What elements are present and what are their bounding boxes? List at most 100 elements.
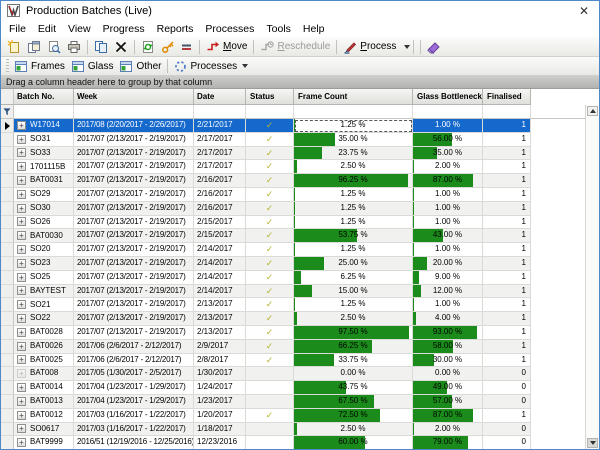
table-row[interactable]: +1701115B2017/07 (2/13/2017 - 2/19/2017)… [1, 160, 599, 174]
date-cell[interactable]: 2/16/2017 [194, 202, 246, 216]
copy-batch-button[interactable] [24, 38, 44, 56]
key-button[interactable] [158, 38, 178, 56]
status-cell[interactable]: ✓ [246, 340, 294, 354]
glass-bottleneck-cell[interactable]: 1.00 % [413, 202, 483, 216]
compare-button[interactable] [178, 38, 196, 56]
scroll-down-button[interactable] [587, 438, 598, 448]
filter-row[interactable] [1, 105, 599, 119]
table-row[interactable]: +BAT00282017/07 (2/13/2017 - 2/19/2017)2… [1, 326, 599, 340]
table-row[interactable]: +SO202017/07 (2/13/2017 - 2/19/2017)2/14… [1, 243, 599, 257]
menu-reports[interactable]: Reports [151, 21, 200, 37]
move-button[interactable]: Move [203, 38, 250, 56]
status-cell[interactable]: ✓ [246, 229, 294, 243]
week-cell[interactable]: 2017/06 (2/6/2017 - 2/12/2017) [74, 340, 194, 354]
batch-cell[interactable]: +SO23 [14, 257, 74, 271]
table-row[interactable]: +BAT00312017/07 (2/13/2017 - 2/19/2017)2… [1, 174, 599, 188]
glass-bottleneck-cell[interactable]: 35.00 % [413, 147, 483, 161]
frame-count-cell[interactable]: 67.50 % [294, 395, 413, 409]
week-cell[interactable]: 2017/05 (1/30/2017 - 2/5/2017) [74, 367, 194, 381]
batch-cell[interactable]: +SO30 [14, 202, 74, 216]
print-preview-button[interactable] [44, 38, 64, 56]
group-by-bar[interactable]: Drag a column header here to group by th… [1, 76, 599, 89]
table-row[interactable]: +SO252017/07 (2/13/2017 - 2/19/2017)2/14… [1, 271, 599, 285]
glass-bottleneck-cell[interactable]: 87.00 % [413, 174, 483, 188]
frame-count-cell[interactable]: 2.50 % [294, 312, 413, 326]
header-glass-bottleneck[interactable]: Glass Bottleneck [413, 89, 483, 105]
finalised-cell[interactable]: 1 [483, 298, 531, 312]
finalised-cell[interactable]: 1 [483, 243, 531, 257]
frame-count-cell[interactable]: 6.25 % [294, 271, 413, 285]
frames-tab-button[interactable]: Frames [11, 57, 68, 75]
finalised-cell[interactable]: 1 [483, 188, 531, 202]
table-row[interactable]: +BAT00262017/06 (2/6/2017 - 2/12/2017)2/… [1, 340, 599, 354]
filter-date[interactable] [194, 105, 246, 118]
date-cell[interactable]: 2/17/2017 [194, 160, 246, 174]
frame-count-cell[interactable]: 60.00 % [294, 436, 413, 449]
date-cell[interactable]: 1/18/2017 [194, 423, 246, 437]
table-row[interactable]: +SO06172017/03 (1/16/2017 - 1/22/2017)1/… [1, 423, 599, 437]
batch-cell[interactable]: +SO26 [14, 216, 74, 230]
table-row[interactable]: +BAT00132017/04 (1/23/2017 - 1/29/2017)1… [1, 395, 599, 409]
glass-bottleneck-cell[interactable]: 93.00 % [413, 326, 483, 340]
header-batch-no[interactable]: Batch No. [14, 89, 74, 105]
status-cell[interactable]: ✓ [246, 271, 294, 285]
finalised-cell[interactable]: 1 [483, 312, 531, 326]
menu-tools[interactable]: Tools [260, 21, 297, 37]
glass-bottleneck-cell[interactable]: 20.00 % [413, 257, 483, 271]
frame-count-cell[interactable]: 66.25 % [294, 340, 413, 354]
expand-button[interactable]: + [17, 314, 26, 323]
table-row[interactable]: +SO232017/07 (2/13/2017 - 2/19/2017)2/14… [1, 257, 599, 271]
expand-button[interactable]: + [17, 121, 26, 130]
table-row[interactable]: +BAYTEST2017/07 (2/13/2017 - 2/19/2017)2… [1, 285, 599, 299]
filter-finalised[interactable] [483, 105, 531, 118]
week-cell[interactable]: 2017/07 (2/13/2017 - 2/19/2017) [74, 160, 194, 174]
table-row[interactable]: +SO312017/07 (2/13/2017 - 2/19/2017)2/17… [1, 133, 599, 147]
week-cell[interactable]: 2017/03 (1/16/2017 - 1/22/2017) [74, 423, 194, 437]
date-cell[interactable]: 2/16/2017 [194, 174, 246, 188]
batch-cell[interactable]: +BAYTEST [14, 285, 74, 299]
date-cell[interactable]: 2/16/2017 [194, 188, 246, 202]
glass-bottleneck-cell[interactable]: 58.00 % [413, 340, 483, 354]
status-cell[interactable]: ✓ [246, 257, 294, 271]
print-button[interactable] [64, 38, 84, 56]
date-cell[interactable]: 12/23/2016 [194, 436, 246, 449]
expand-button[interactable]: + [17, 424, 26, 433]
date-cell[interactable]: 2/13/2017 [194, 298, 246, 312]
frame-count-cell[interactable]: 33.75 % [294, 354, 413, 368]
header-date[interactable]: Date [194, 89, 246, 105]
week-cell[interactable]: 2017/07 (2/13/2017 - 2/19/2017) [74, 298, 194, 312]
batch-cell[interactable]: +SO22 [14, 312, 74, 326]
week-cell[interactable]: 2017/07 (2/13/2017 - 2/19/2017) [74, 147, 194, 161]
finalised-cell[interactable]: 1 [483, 271, 531, 285]
scroll-up-button[interactable] [587, 106, 598, 116]
table-row[interactable]: +SO212017/07 (2/13/2017 - 2/19/2017)2/13… [1, 298, 599, 312]
frame-count-cell[interactable]: 96.25 % [294, 174, 413, 188]
batch-cell[interactable]: +BAT0025 [14, 354, 74, 368]
expand-button[interactable]: + [17, 397, 26, 406]
batch-cell[interactable]: +SO31 [14, 133, 74, 147]
expand-button[interactable]: + [17, 217, 26, 226]
batch-cell[interactable]: +W17014 [14, 119, 74, 133]
frame-count-cell[interactable]: 1.25 % [294, 298, 413, 312]
finalised-cell[interactable]: 0 [483, 436, 531, 449]
status-cell[interactable] [246, 423, 294, 437]
batch-cell[interactable]: +BAT0028 [14, 326, 74, 340]
finalised-cell[interactable]: 1 [483, 354, 531, 368]
glass-bottleneck-cell[interactable]: 12.00 % [413, 285, 483, 299]
processes-dropdown-button[interactable]: Processes [171, 57, 251, 75]
expand-button[interactable]: + [17, 300, 26, 309]
frame-count-cell[interactable]: 1.25 % [294, 188, 413, 202]
date-cell[interactable]: 2/17/2017 [194, 133, 246, 147]
filter-frame-count[interactable] [294, 105, 413, 118]
header-frame-count[interactable]: Frame Count [294, 89, 413, 105]
batch-cell[interactable]: +BAT0012 [14, 409, 74, 423]
finalised-cell[interactable]: 1 [483, 409, 531, 423]
filter-week[interactable] [74, 105, 194, 118]
glass-bottleneck-cell[interactable]: 56.00 % [413, 133, 483, 147]
frame-count-cell[interactable]: 53.75 % [294, 229, 413, 243]
batch-cell[interactable]: +BAT0026 [14, 340, 74, 354]
expand-button[interactable]: + [17, 369, 26, 378]
glass-bottleneck-cell[interactable]: 87.00 % [413, 409, 483, 423]
finalised-cell[interactable]: 1 [483, 133, 531, 147]
date-cell[interactable]: 2/14/2017 [194, 243, 246, 257]
